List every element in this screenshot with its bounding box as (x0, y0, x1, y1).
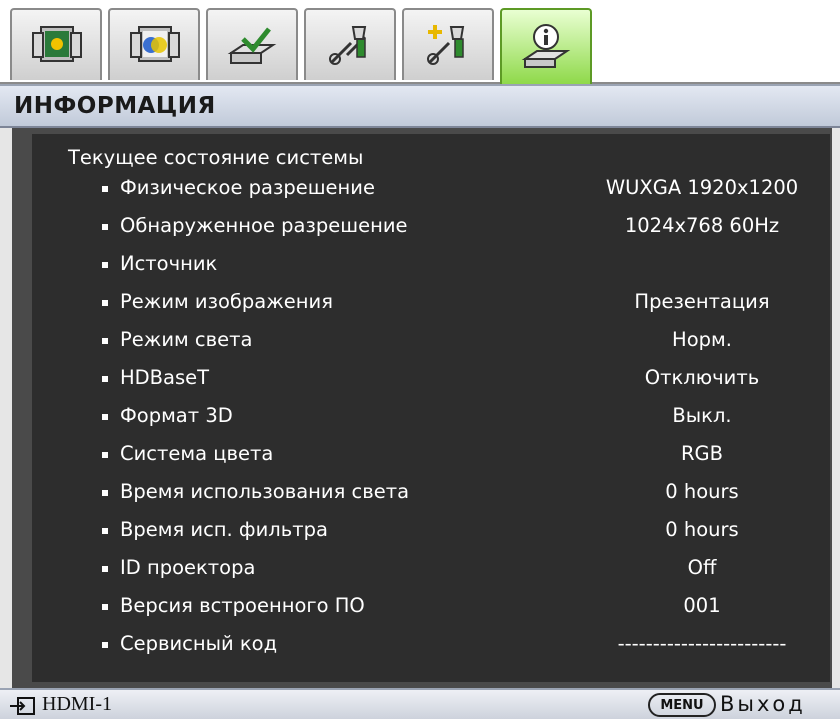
info-row: Система цвета RGB (32, 438, 830, 472)
info-row-label: Сервисный код (120, 632, 278, 655)
info-row-label: Источник (120, 252, 218, 275)
tab-picture[interactable] (10, 8, 102, 80)
advanced-picture-icon (130, 26, 180, 62)
bullet-icon (102, 452, 108, 458)
info-row-label: Версия встроенного ПО (120, 594, 365, 617)
info-row-value: Off (687, 556, 717, 579)
menu-key-button[interactable]: MENU (648, 693, 716, 717)
system-settings-icon (329, 26, 367, 65)
info-row-label: Режим изображения (120, 290, 333, 313)
info-row-value: 0 hours (665, 480, 739, 503)
bullet-icon (102, 300, 108, 306)
info-row: Физическое разрешение WUXGA 1920x1200 (32, 172, 830, 206)
info-row: Время исп. фильтра 0 hours (32, 514, 830, 548)
display-settings-icon (227, 27, 277, 64)
current-source-label: HDMI-1 (42, 693, 112, 715)
info-row-value: WUXGA 1920x1200 (605, 176, 799, 199)
info-row: Сервисный код ------------------------ (32, 628, 830, 662)
advanced-settings-icon (427, 25, 465, 65)
info-row: ID проектора Off (32, 552, 830, 586)
tab-display-settings[interactable] (206, 8, 298, 80)
bullet-icon (102, 186, 108, 192)
info-row-value: 001 (683, 594, 721, 617)
info-row: Версия встроенного ПО 001 (32, 590, 830, 624)
info-row-label: Физическое разрешение (120, 176, 375, 199)
info-row: Режим света Норм. (32, 324, 830, 358)
info-row-label: Обнаруженное разрешение (120, 214, 408, 237)
info-row-value: 1024x768 60Hz (624, 214, 780, 237)
bullet-icon (102, 224, 108, 230)
bullet-icon (102, 642, 108, 648)
info-row: Режим изображения Презентация (32, 286, 830, 320)
info-row: Источник (32, 248, 830, 282)
information-icon (521, 24, 571, 68)
tab-system-settings[interactable] (304, 8, 396, 80)
info-row: Время использования света 0 hours (32, 476, 830, 510)
bullet-icon (102, 338, 108, 344)
bullet-icon (102, 262, 108, 268)
info-row: Формат 3D Выкл. (32, 400, 830, 434)
info-row-label: Время исп. фильтра (120, 518, 328, 541)
bullet-icon (102, 414, 108, 420)
info-row-label: ID проектора (120, 556, 256, 579)
info-row-label: Режим света (120, 328, 253, 351)
info-row-value: Выкл. (672, 404, 732, 427)
info-row-label: Время использования света (120, 480, 410, 503)
input-source-icon (10, 697, 35, 715)
info-row-value: Норм. (672, 328, 732, 351)
info-list: Текущее состояние системы Физическое раз… (32, 134, 830, 682)
tab-advanced-picture[interactable] (108, 8, 200, 80)
info-row-label: Система цвета (120, 442, 274, 465)
bullet-icon (102, 566, 108, 572)
status-section-title: Текущее состояние системы (68, 146, 364, 169)
bullet-icon (102, 604, 108, 610)
info-row-value: 0 hours (665, 518, 739, 541)
tab-information[interactable] (500, 8, 592, 84)
info-row-value: Презентация (634, 290, 770, 313)
bullet-icon (102, 490, 108, 496)
info-row-value: ------------------------ (617, 632, 787, 655)
bullet-icon (102, 528, 108, 534)
page-title: ИНФОРМАЦИЯ (14, 93, 216, 119)
info-row-value: Отключить (644, 366, 760, 389)
info-row: HDBaseT Отключить (32, 362, 830, 396)
tab-advanced-settings[interactable] (402, 8, 494, 80)
info-row-label: HDBaseT (120, 366, 210, 389)
info-row-value: RGB (680, 442, 724, 465)
picture-icon (32, 26, 82, 62)
info-row: Обнаруженное разрешение 1024x768 60Hz (32, 210, 830, 244)
info-row-label: Формат 3D (120, 404, 233, 427)
exit-label: Выход (720, 692, 806, 716)
page-title-bar: ИНФОРМАЦИЯ (0, 84, 840, 128)
status-footer: HDMI-1 MENU Выход (0, 688, 840, 719)
menu-tab-bar (0, 0, 840, 84)
info-panel: Текущее состояние системы Физическое раз… (0, 128, 840, 688)
bullet-icon (102, 376, 108, 382)
